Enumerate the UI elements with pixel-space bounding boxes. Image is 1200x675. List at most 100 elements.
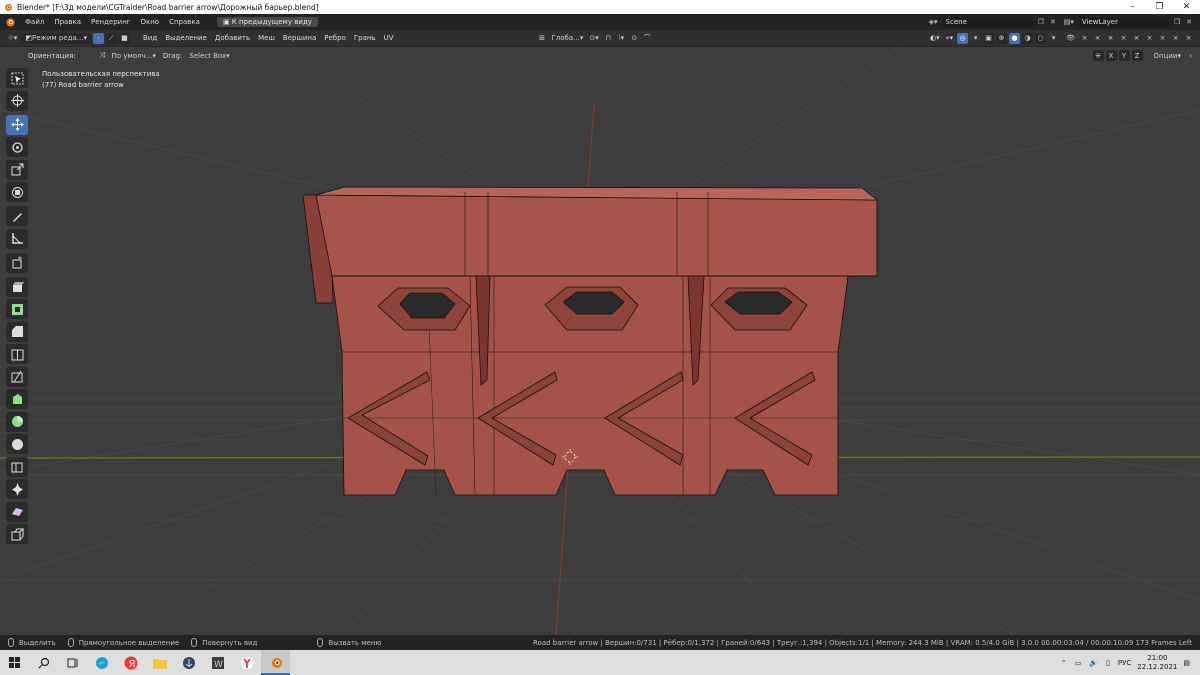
add-cube-tool[interactable] bbox=[6, 252, 28, 273]
scale-tool[interactable] bbox=[6, 159, 28, 180]
menu-add[interactable]: Добавить bbox=[211, 34, 254, 42]
menu-window[interactable]: Окно bbox=[135, 18, 164, 26]
menu-render[interactable]: Рендеринг bbox=[86, 18, 136, 26]
bevel-tool[interactable] bbox=[6, 321, 28, 342]
copy-view-layer-icon[interactable]: ❐ bbox=[1174, 18, 1180, 26]
mesh-option-icon-4[interactable]: ⨯ bbox=[1118, 33, 1129, 44]
start-button[interactable] bbox=[0, 650, 29, 675]
rip-tool[interactable] bbox=[6, 524, 28, 544]
menu-help[interactable]: Справка bbox=[164, 18, 205, 26]
loop-cut-tool[interactable] bbox=[6, 344, 28, 364]
mesh-option-icon-7[interactable]: ⨯ bbox=[1157, 33, 1168, 44]
mesh-option-icon-8[interactable]: ⨯ bbox=[1170, 33, 1181, 44]
menu-vertex[interactable]: Вершина bbox=[279, 34, 320, 42]
view-layer-icon[interactable]: ▤▾ bbox=[1064, 18, 1074, 26]
snap-magnet-icon[interactable]: ⊓ bbox=[603, 33, 614, 44]
rendered-shading-icon[interactable]: ○ bbox=[1035, 32, 1047, 44]
maximize-button[interactable]: ❐ bbox=[1146, 0, 1173, 14]
material-shading-icon[interactable]: ◑ bbox=[1022, 32, 1034, 44]
overlay-dropdown-icon[interactable]: ▾ bbox=[970, 33, 981, 44]
menu-edge[interactable]: Ребро bbox=[320, 34, 350, 42]
mirror-z-toggle[interactable]: Z bbox=[1131, 50, 1143, 61]
object-visibility-icon[interactable]: ◐▾ bbox=[928, 33, 942, 44]
yandex-browser-button[interactable] bbox=[232, 650, 261, 675]
speaker-icon[interactable]: 🔊 bbox=[1089, 659, 1098, 667]
yandex-app-button[interactable]: Я bbox=[116, 650, 145, 675]
select-box-tool[interactable] bbox=[6, 68, 28, 88]
scene-icon[interactable]: ◈▾ bbox=[929, 18, 938, 26]
tray-chevron-icon[interactable]: ⌃ bbox=[1061, 659, 1067, 667]
edge-select-icon[interactable]: ⟋ bbox=[105, 32, 117, 44]
hide-icon[interactable]: 👁 bbox=[1064, 33, 1077, 44]
mesh-option-icon-5[interactable]: ⨯ bbox=[1131, 33, 1142, 44]
wireframe-shading-icon[interactable]: ⊕ bbox=[996, 32, 1008, 44]
menu-view[interactable]: Вид bbox=[139, 34, 161, 42]
poly-build-tool[interactable] bbox=[6, 389, 28, 409]
menu-uv[interactable]: UV bbox=[380, 34, 398, 42]
notifications-icon[interactable]: ▤ bbox=[1183, 659, 1190, 667]
extrude-tool[interactable] bbox=[6, 276, 28, 297]
spin-tool[interactable] bbox=[6, 411, 28, 432]
transform-orientation-icon[interactable]: ⊞ bbox=[537, 33, 548, 44]
clock[interactable]: 21:00 22.12.2021 bbox=[1137, 654, 1177, 672]
mesh-option-icon-6[interactable]: ⨯ bbox=[1144, 33, 1155, 44]
face-select-icon[interactable]: ■ bbox=[118, 32, 130, 44]
copy-scene-icon[interactable]: ❐ bbox=[1038, 18, 1044, 26]
solid-shading-icon[interactable]: ● bbox=[1009, 32, 1021, 44]
measure-tool[interactable] bbox=[6, 228, 28, 249]
smooth-tool[interactable] bbox=[6, 434, 28, 454]
mode-dropdown[interactable]: ◩ Режим реда... ▾ bbox=[21, 32, 91, 44]
menu-mesh[interactable]: Меш bbox=[254, 34, 279, 42]
menu-select[interactable]: Выделение bbox=[161, 34, 211, 42]
edge-app-button[interactable] bbox=[87, 650, 116, 675]
cursor-tool[interactable] bbox=[6, 90, 28, 111]
editor-type-icon[interactable]: ⊹▾ bbox=[6, 33, 19, 44]
delete-view-layer-icon[interactable]: ✕ bbox=[1186, 18, 1192, 26]
mesh-option-icon-2[interactable]: ⨯ bbox=[1092, 33, 1103, 44]
menu-file[interactable]: Файл bbox=[20, 18, 49, 26]
minimize-button[interactable]: – bbox=[1119, 0, 1146, 14]
pivot-dropdown[interactable]: По умолч... ▾ bbox=[110, 50, 158, 61]
overlay-toggle-icon[interactable]: ◎ bbox=[957, 32, 969, 44]
input-language[interactable]: РУС bbox=[1118, 659, 1131, 667]
close-button[interactable]: ✕ bbox=[1173, 0, 1200, 14]
transform-orientation-dropdown[interactable]: Глоба... ▾ bbox=[550, 33, 586, 44]
back-to-previous-button[interactable]: ▣ К предыдущему виду bbox=[216, 17, 318, 27]
delete-scene-icon[interactable]: ✕ bbox=[1050, 18, 1056, 26]
mesh-option-icon-3[interactable]: ⨯ bbox=[1105, 33, 1116, 44]
pivot-icon[interactable]: ⤨ bbox=[97, 50, 108, 61]
road-barrier-mesh[interactable] bbox=[302, 186, 878, 496]
network-icon[interactable]: ▭ bbox=[1075, 659, 1082, 667]
viewport-gizmo-toggle-icon[interactable]: ⌖▾ bbox=[944, 33, 955, 44]
game-app-button-1[interactable] bbox=[174, 650, 203, 675]
game-app-button-2[interactable]: W bbox=[203, 650, 232, 675]
snap-target-icon[interactable]: ⁝▾ bbox=[616, 33, 627, 44]
shading-dropdown-icon[interactable]: ▾ bbox=[1048, 33, 1059, 44]
mesh-option-icon-1[interactable]: ⨯ bbox=[1079, 33, 1090, 44]
sidebar-toggle-icon[interactable]: ‹ bbox=[1185, 50, 1196, 61]
menu-edit[interactable]: Правка bbox=[49, 18, 86, 26]
options-dropdown[interactable]: Опции ▾ bbox=[1152, 50, 1183, 61]
blender-app-button[interactable] bbox=[261, 650, 290, 675]
pivot-point-icon[interactable]: ⊙▾ bbox=[587, 33, 600, 44]
xray-toggle-icon[interactable]: ▣ bbox=[983, 32, 995, 44]
transform-tool[interactable] bbox=[6, 182, 28, 202]
edge-slide-tool[interactable] bbox=[6, 456, 28, 477]
mesh-option-icon-9[interactable]: ⨯ bbox=[1183, 33, 1194, 44]
shear-tool[interactable] bbox=[6, 501, 28, 522]
inset-tool[interactable] bbox=[6, 299, 28, 319]
knife-tool[interactable] bbox=[6, 366, 28, 387]
battery-icon[interactable]: ▯ bbox=[1106, 659, 1110, 667]
view-layer-field[interactable]: ViewLayer bbox=[1077, 16, 1170, 28]
file-explorer-button[interactable] bbox=[145, 650, 174, 675]
menu-face[interactable]: Грань bbox=[350, 34, 380, 42]
drag-dropdown[interactable]: Select Box ▾ bbox=[187, 50, 231, 61]
viewport-canvas[interactable] bbox=[0, 47, 1200, 635]
vertex-select-icon[interactable]: · bbox=[92, 32, 104, 44]
annotate-tool[interactable] bbox=[6, 206, 28, 226]
rotate-tool[interactable] bbox=[6, 137, 28, 157]
falloff-icon[interactable]: ⌒ bbox=[642, 33, 653, 44]
shrink-fatten-tool[interactable] bbox=[6, 479, 28, 499]
move-tool[interactable] bbox=[6, 114, 28, 135]
3d-viewport[interactable]: Ориентация: ⤨ По умолч... ▾ Drag: Select… bbox=[0, 47, 1200, 635]
